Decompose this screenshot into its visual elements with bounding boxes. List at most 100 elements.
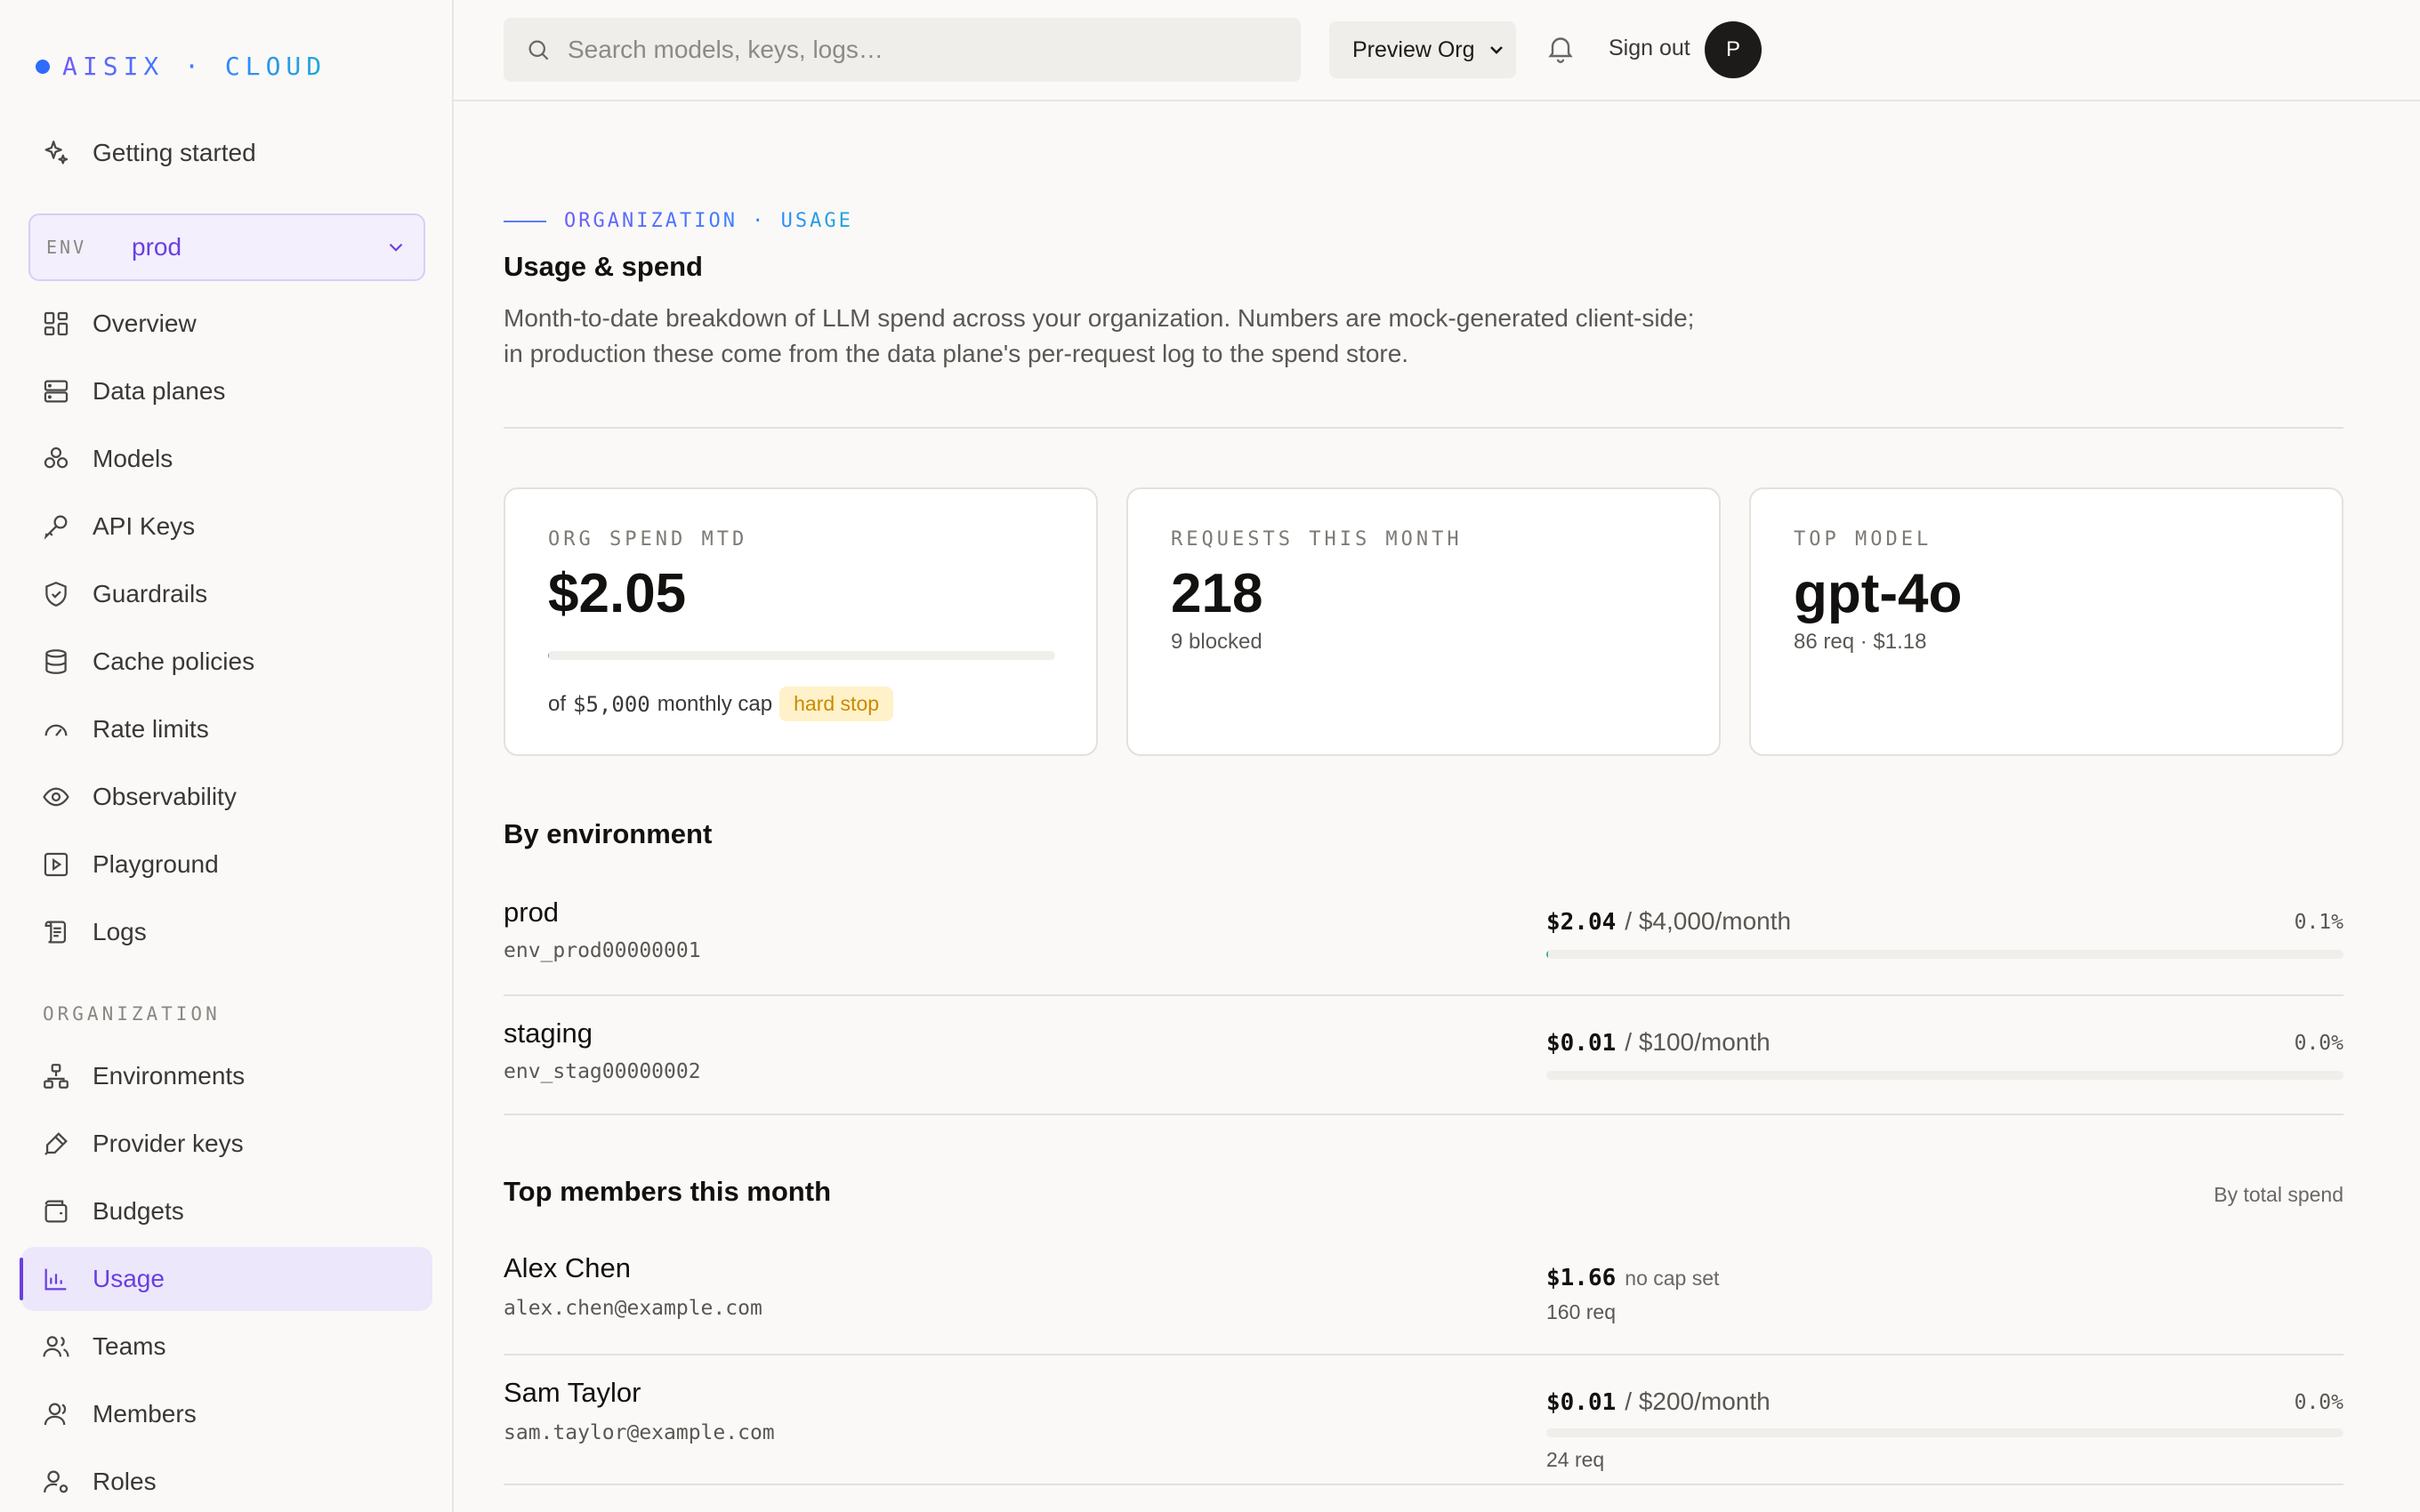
percent-used: 0.1% xyxy=(2294,911,2343,934)
percent-used: 0.0% xyxy=(2294,1032,2343,1055)
brand-name: AISIX · CLOUD xyxy=(62,52,327,81)
sidebar-item-models[interactable]: Models xyxy=(21,427,432,491)
stat-value: gpt-4o xyxy=(1794,563,1963,624)
sidebar-item-members[interactable]: Members xyxy=(21,1382,432,1446)
page-description: Month-to-date breakdown of LLM spend acr… xyxy=(504,304,1695,367)
sidebar-item-guardrails[interactable]: Guardrails xyxy=(21,562,432,626)
scroll-icon xyxy=(44,921,67,944)
org-name: Preview Org xyxy=(1352,36,1475,62)
eye-icon xyxy=(43,787,69,807)
sidebar-item-label: Cache policies xyxy=(93,647,255,675)
sign-out-button[interactable]: Sign out xyxy=(1609,36,1690,61)
eyebrow-line xyxy=(504,220,546,222)
sidebar-item-roles[interactable]: Roles xyxy=(21,1450,432,1512)
sidebar-item-budgets[interactable]: Budgets xyxy=(21,1179,432,1243)
notifications-button[interactable] xyxy=(1545,32,1577,68)
sidebar-item-cache-policies[interactable]: Cache policies xyxy=(21,630,432,694)
sort-label[interactable]: By total spend xyxy=(2214,1183,2343,1207)
stat-label: ORG SPEND MTD xyxy=(548,528,748,551)
page-title: Usage & spend xyxy=(504,251,703,282)
cap-prefix: of xyxy=(548,691,567,716)
sidebar-item-observability[interactable]: Observability xyxy=(21,765,432,829)
sidebar-item-api-keys[interactable]: API Keys xyxy=(21,495,432,559)
sidebar-item-rate-limits[interactable]: Rate limits xyxy=(21,697,432,761)
sidebar-item-getting-started[interactable]: Getting started xyxy=(21,121,432,185)
sidebar-item-label: Members xyxy=(93,1400,197,1428)
cap-note: no cap set xyxy=(1625,1267,1720,1290)
env-value: prod xyxy=(132,233,182,261)
bell-icon xyxy=(1548,37,1573,63)
sidebar-item-label: Provider keys xyxy=(93,1130,244,1157)
member-name: Alex Chen xyxy=(504,1252,632,1283)
table-row[interactable]: prod env_prod00000001 $2.04 / $4,000/mon… xyxy=(504,875,2343,996)
stat-value: 218 xyxy=(1171,563,1263,624)
sidebar-item-environments[interactable]: Environments xyxy=(21,1044,432,1108)
stat-sub: 86 req · $1.18 xyxy=(1794,630,1927,654)
env-name: prod xyxy=(504,897,560,928)
sidebar-item-label: Usage xyxy=(93,1265,165,1292)
breadcrumb: ORGANIZATION · USAGE xyxy=(504,210,853,232)
table-row[interactable]: Alex Chen alex.chen@example.com $1.66 no… xyxy=(504,1231,2343,1355)
cap-amount: $5,000 xyxy=(573,691,650,717)
search-input[interactable] xyxy=(568,36,1279,64)
budget-amount: / $200/month xyxy=(1625,1387,1771,1415)
spend-progress-fill xyxy=(548,651,550,660)
env-id: env_stag00000002 xyxy=(504,1060,701,1083)
search-box[interactable] xyxy=(504,18,1301,82)
sidebar-item-label: Teams xyxy=(93,1332,166,1360)
cap-suffix: monthly cap xyxy=(657,691,773,716)
gauge-icon xyxy=(44,724,68,736)
database-icon xyxy=(45,649,67,674)
key-icon xyxy=(44,515,68,540)
org-selector[interactable]: Preview Org xyxy=(1329,21,1516,78)
spend-progress-bar xyxy=(548,651,1055,660)
sidebar-item-label: Playground xyxy=(93,850,219,878)
sidebar-item-label: Models xyxy=(93,445,173,472)
member-email: sam.taylor@example.com xyxy=(504,1421,775,1444)
pen-icon xyxy=(44,1132,68,1155)
breadcrumb-text: ORGANIZATION · USAGE xyxy=(564,210,853,232)
stat-value: $2.05 xyxy=(548,563,687,624)
member-spend: $1.66 no cap set xyxy=(1546,1265,1719,1291)
sidebar-item-label: Guardrails xyxy=(93,580,208,607)
table-row[interactable]: Sam Taylor sam.taylor@example.com $0.01 … xyxy=(504,1355,2343,1485)
budget-amount: / $4,000/month xyxy=(1625,907,1792,935)
stat-label: TOP MODEL xyxy=(1794,528,1932,551)
by-environment-title: By environment xyxy=(504,818,713,849)
top-bar: Preview Org Sign out P xyxy=(454,0,2420,101)
spend-amount: $0.01 xyxy=(1546,1030,1617,1057)
sidebar-item-label: Budgets xyxy=(93,1197,184,1225)
member-email: alex.chen@example.com xyxy=(504,1297,762,1320)
users-icon xyxy=(43,1336,69,1357)
spend-amount: $2.04 xyxy=(1546,909,1617,936)
avatar[interactable]: P xyxy=(1705,21,1762,78)
member-name: Sam Taylor xyxy=(504,1377,641,1408)
table-row[interactable]: staging env_stag00000002 $0.01 / $100/mo… xyxy=(504,996,2343,1115)
sidebar-item-label: Environments xyxy=(93,1062,246,1090)
progress-bar xyxy=(1546,950,2343,959)
progress-fill xyxy=(1546,950,1549,959)
server-icon xyxy=(44,380,69,403)
sidebar-item-label: API Keys xyxy=(93,512,196,540)
sidebar-item-logs[interactable]: Logs xyxy=(21,900,432,964)
request-count: 160 req xyxy=(1546,1300,1617,1323)
shield-icon xyxy=(45,582,67,607)
env-label: ENV xyxy=(46,237,87,258)
env-selector[interactable]: ENV prod xyxy=(28,213,425,281)
sidebar-item-label: Roles xyxy=(93,1468,157,1495)
brand-logo[interactable]: AISIX · CLOUD xyxy=(36,52,327,81)
spend-amount: $0.01 xyxy=(1546,1389,1617,1416)
sidebar-item-data-planes[interactable]: Data planes xyxy=(21,359,432,423)
sidebar-item-label: Getting started xyxy=(93,139,256,166)
request-count: 24 req xyxy=(1546,1448,1605,1471)
sidebar-item-usage[interactable]: Usage xyxy=(20,1247,432,1311)
sidebar-item-provider-keys[interactable]: Provider keys xyxy=(21,1112,432,1176)
sidebar-item-overview[interactable]: Overview xyxy=(21,292,432,356)
search-icon xyxy=(528,40,549,60)
stat-label: REQUESTS THIS MONTH xyxy=(1171,528,1463,551)
requests-card: REQUESTS THIS MONTH 218 9 blocked xyxy=(1126,487,1721,756)
chevron-down-icon xyxy=(389,243,403,252)
sidebar-item-playground[interactable]: Playground xyxy=(21,832,432,897)
sidebar-item-label: Rate limits xyxy=(93,715,209,743)
sidebar-item-teams[interactable]: Teams xyxy=(21,1315,432,1379)
